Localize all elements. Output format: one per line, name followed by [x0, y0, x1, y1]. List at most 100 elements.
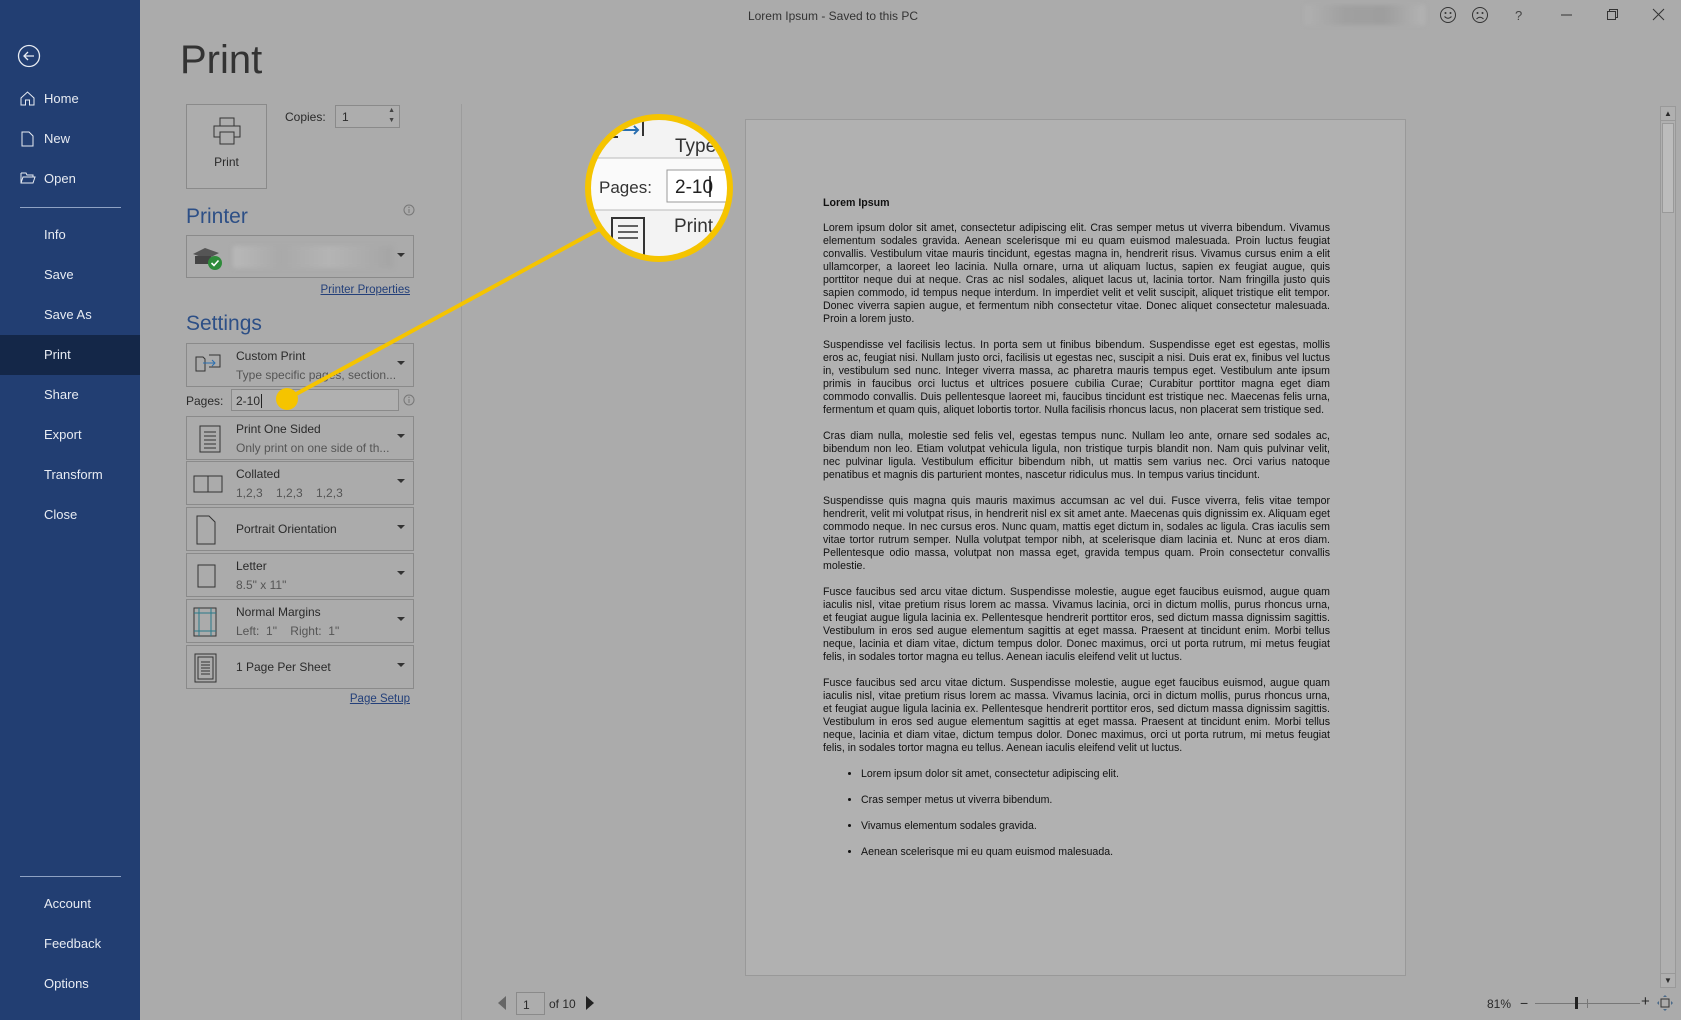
info-icon[interactable] [403, 394, 415, 406]
setting-title: Custom Print [236, 349, 306, 363]
sidebar-item-save[interactable]: Save [0, 255, 140, 295]
paragraph: Suspendisse quis magna quis mauris maxim… [823, 495, 1330, 572]
chevron-down-icon [397, 617, 405, 621]
printer-heading: Printer [186, 205, 248, 228]
sidebar-item-account[interactable]: Account [0, 884, 140, 924]
stepper-arrows-icon[interactable]: ▲ ▼ [388, 106, 395, 126]
sidebar-item-save-as[interactable]: Save As [0, 295, 140, 335]
info-icon[interactable] [403, 204, 415, 216]
smiley-icon[interactable] [1439, 6, 1457, 24]
copies-stepper[interactable]: 1 ▲ ▼ [335, 105, 400, 128]
zoom-center-tick [1587, 999, 1588, 1008]
paragraph: Fusce faucibus sed arcu vitae dictum. Su… [823, 586, 1330, 663]
pages-input-value: 2-10 [236, 394, 263, 408]
custom-print-dropdown[interactable]: Custom Print Type specific pages, sectio… [186, 343, 414, 387]
sidebar-item-home[interactable]: Home [0, 79, 140, 119]
sidebar-item-export[interactable]: Export [0, 415, 140, 455]
chevron-down-icon [397, 571, 405, 575]
sidebar-item-print[interactable]: Print [0, 335, 140, 375]
setting-title: 1 Page Per Sheet [236, 660, 331, 674]
sidebar-item-label: Open [44, 171, 76, 186]
one-sided-icon [199, 425, 221, 453]
chevron-down-icon [397, 525, 405, 529]
page-setup-link[interactable]: Page Setup [350, 693, 410, 705]
sidebar-divider [20, 207, 121, 208]
orientation-dropdown[interactable]: Portrait Orientation [186, 507, 414, 551]
collated-icon [193, 475, 223, 493]
scroll-thumb[interactable] [1662, 123, 1674, 213]
sidebar-item-new[interactable]: New [0, 119, 140, 159]
paragraph: Lorem ipsum dolor sit amet, consectetur … [823, 222, 1330, 325]
minimize-icon[interactable] [1560, 10, 1574, 20]
copies-label: Copies: [285, 110, 326, 124]
document-title: Lorem Ipsum [823, 197, 890, 209]
account-name-blurred [1305, 5, 1425, 25]
new-document-icon [21, 131, 34, 147]
chevron-down-icon [397, 253, 405, 257]
setting-subtitle: Left: 1" Right: 1" [236, 624, 340, 638]
sidebar-item-label: New [44, 131, 71, 146]
restore-icon[interactable] [1606, 8, 1620, 22]
bullet-list: Lorem ipsum dolor sit amet, consectetur … [823, 768, 1330, 859]
callout-type-text: Type [675, 136, 716, 157]
chevron-down-icon [397, 663, 405, 667]
chevron-down-icon [397, 361, 405, 365]
scroll-down-icon[interactable]: ▼ [1661, 973, 1675, 987]
portrait-page-icon [196, 515, 216, 545]
callout-print-text: Print [674, 216, 714, 237]
paragraph: Fusce faucibus sed arcu vitae dictum. Su… [823, 677, 1330, 754]
setting-subtitle: Type specific pages, section... [236, 368, 397, 382]
setting-subtitle: 8.5" x 11" [236, 578, 287, 592]
next-page-icon[interactable] [585, 995, 595, 1011]
sidebar-item-open[interactable]: Open [0, 159, 140, 199]
margins-dropdown[interactable]: Normal Margins Left: 1" Right: 1" [186, 599, 414, 643]
help-icon[interactable]: ? [1515, 8, 1522, 23]
sidebar-item-options[interactable]: Options [0, 964, 140, 1004]
settings-heading: Settings [186, 312, 262, 335]
sides-dropdown[interactable]: Print One Sided Only print on one side o… [186, 416, 414, 460]
printer-name-blurred [233, 246, 393, 268]
pages-per-sheet-dropdown[interactable]: 1 Page Per Sheet [186, 645, 414, 689]
page-number-input[interactable]: 1 [516, 992, 545, 1015]
zoom-slider[interactable] [1535, 997, 1640, 1009]
back-arrow-icon[interactable] [17, 44, 41, 68]
setting-title: Letter [236, 559, 267, 573]
panel-divider [461, 104, 462, 1020]
printer-dropdown[interactable] [186, 235, 414, 278]
callout-magnifier: Type Pages: 2-10 Print [588, 117, 730, 259]
pages-input[interactable]: 2-10 [231, 389, 399, 411]
zoom-percent[interactable]: 81% [1487, 997, 1511, 1011]
pages-label: Pages: [186, 394, 224, 408]
zoom-slider-thumb[interactable] [1575, 997, 1579, 1009]
sidebar-item-close[interactable]: Close [0, 495, 140, 535]
paper-size-dropdown[interactable]: Letter 8.5" x 11" [186, 553, 414, 597]
callout-ring [585, 114, 733, 262]
sidebar-item-share[interactable]: Share [0, 375, 140, 415]
margins-icon [193, 607, 217, 637]
fit-to-page-icon[interactable] [1656, 994, 1674, 1012]
list-item: Vivamus elementum sodales gravida. [861, 820, 1330, 833]
collation-dropdown[interactable]: Collated 1,2,3 1,2,3 1,2,3 [186, 461, 414, 505]
zoom-out-icon[interactable]: − [1520, 996, 1528, 1010]
callout-pages-value: 2-10 [675, 177, 713, 198]
sidebar-item-label: Home [44, 91, 79, 106]
paragraph: Suspendisse vel facilisis lectus. In por… [823, 339, 1330, 416]
chevron-down-icon [397, 434, 405, 438]
scroll-up-icon[interactable]: ▲ [1661, 107, 1675, 121]
sidebar-item-transform[interactable]: Transform [0, 455, 140, 495]
close-icon[interactable] [1652, 8, 1666, 22]
page-count: of 10 [549, 997, 576, 1011]
letter-page-icon [197, 564, 216, 588]
sidebar-divider [20, 876, 121, 877]
paragraph: Cras diam nulla, molestie sed felis vel,… [823, 430, 1330, 481]
print-button[interactable]: Print [186, 104, 267, 189]
zoom-in-icon[interactable]: + [1641, 994, 1650, 1009]
setting-title: Portrait Orientation [236, 522, 337, 536]
previous-page-icon[interactable] [497, 995, 507, 1011]
preview-scrollbar[interactable]: ▲ ▼ [1660, 106, 1676, 988]
sidebar-item-info[interactable]: Info [0, 215, 140, 255]
printer-properties-link[interactable]: Printer Properties [321, 284, 410, 296]
callout-pages-label: Pages: [599, 178, 652, 197]
sidebar-item-feedback[interactable]: Feedback [0, 924, 140, 964]
frown-icon[interactable] [1471, 6, 1489, 24]
